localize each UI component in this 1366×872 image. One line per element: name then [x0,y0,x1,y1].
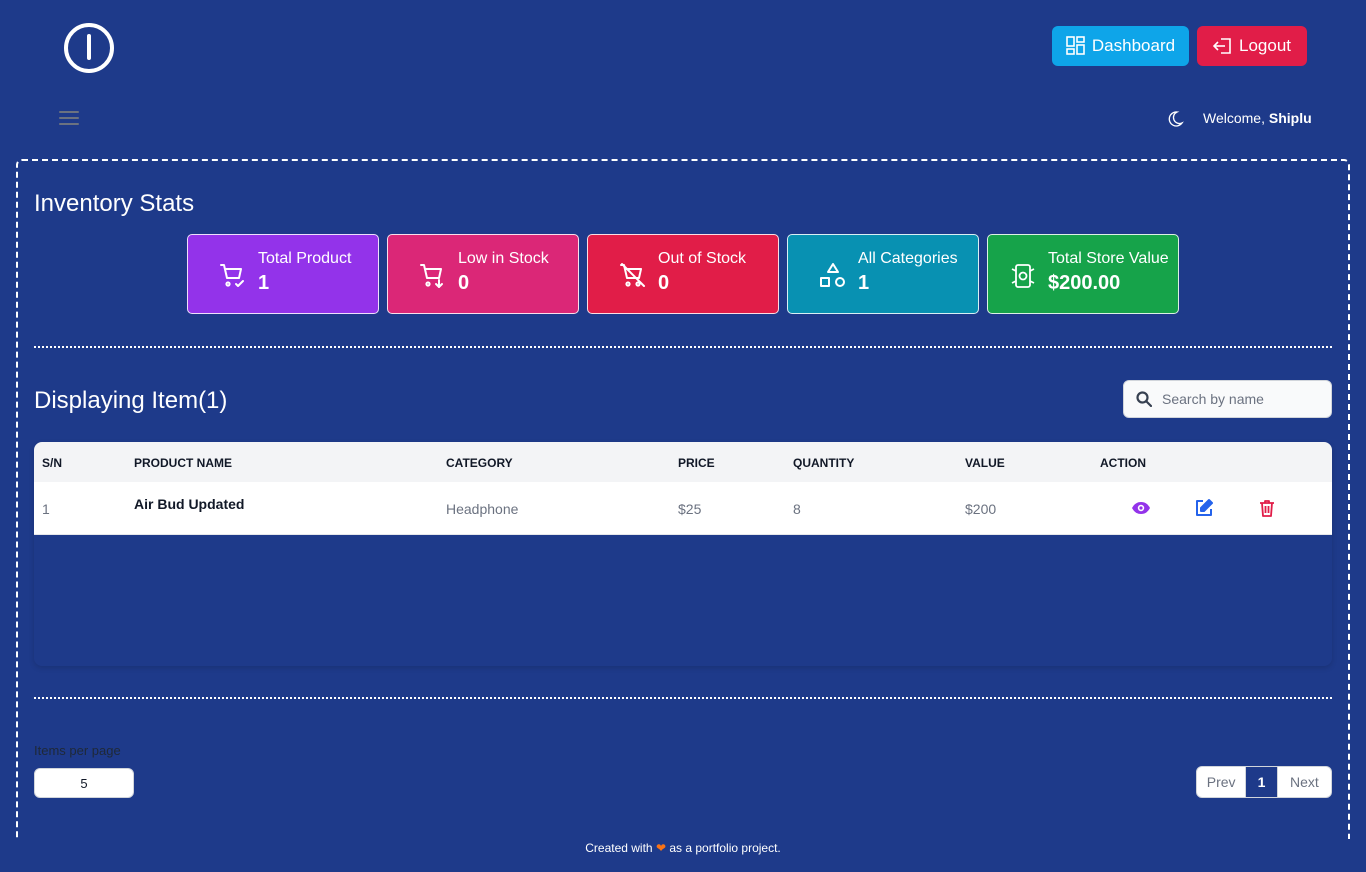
page-1-button[interactable]: 1 [1246,767,1277,797]
power-logo-icon[interactable] [63,22,115,74]
footer-text-after: as a portfolio project. [669,841,781,855]
dashboard-button-label: Dashboard [1091,36,1176,55]
stat-label: Out of Stock [658,250,747,267]
next-page-button[interactable]: Next [1276,767,1331,797]
stat-label: Total Store Value [1048,250,1169,267]
items-title: Displaying Item(1) [34,387,228,414]
welcome-prefix: Welcome, [1203,110,1265,126]
delete-trash-icon[interactable] [1257,498,1277,518]
cell-category: Headphone [446,501,519,517]
search-icon [1136,391,1152,407]
footer-text-before: Created with [585,841,653,855]
stat-card-all-categories: All Categories 1 [787,234,979,314]
cell-quantity: 8 [793,501,801,517]
column-header-value: VALUE [965,456,1005,470]
money-icon [1011,264,1035,288]
heart-icon: ❤ [655,841,667,855]
stats-row: Total Product 1 Low in Stock 0 Out of St… [187,234,1179,314]
stat-value: $200.00 [1048,272,1121,294]
stats-title: Inventory Stats [34,190,195,217]
table-header: S/N PRODUCT NAME CATEGORY PRICE QUANTITY… [34,442,1332,482]
stat-card-out-of-stock: Out of Stock 0 [587,234,779,314]
footer: Created with ❤ as a portfolio project. [0,841,1366,855]
search-input[interactable] [1162,391,1322,407]
edit-icon[interactable] [1194,498,1214,518]
stat-value: 0 [658,272,670,294]
cell-value: $200 [965,501,997,517]
dashboard-button[interactable]: Dashboard [1052,26,1189,66]
cart-down-icon [420,264,443,288]
menu-line [59,117,79,119]
stat-value: 1 [258,272,270,294]
column-header-action: ACTION [1100,456,1146,470]
items-per-page-select[interactable]: 5 [34,768,134,798]
cell-price: $25 [678,501,702,517]
stat-value: 1 [858,272,870,294]
column-header-sn: S/N [42,456,63,470]
stat-label: Low in Stock [458,250,549,267]
logout-button[interactable]: Logout [1197,26,1307,66]
cell-product-name: Air Bud Updated [134,496,245,512]
cell-sn: 1 [42,501,50,517]
search-box[interactable] [1123,380,1332,418]
column-header-quantity: QUANTITY [793,456,855,470]
menu-line [59,123,79,125]
stat-card-total-product: Total Product 1 [187,234,379,314]
cart-off-icon [620,263,645,287]
cart-check-icon [220,264,244,287]
stat-label: All Categories [858,250,958,267]
table-row: 1 Air Bud Updated Headphone $25 8 $200 [34,482,1332,535]
view-eye-icon[interactable] [1131,498,1151,518]
pagination: Prev 1 Next [1196,766,1332,798]
items-table: S/N PRODUCT NAME CATEGORY PRICE QUANTITY… [34,442,1332,666]
welcome-message: Welcome, Shiplu [1203,110,1312,126]
stat-card-low-in-stock: Low in Stock 0 [387,234,579,314]
section-divider [34,346,1332,348]
stat-card-total-store-value: Total Store Value $200.00 [987,234,1179,314]
logout-icon [1213,38,1231,54]
dashboard-icon [1066,36,1085,55]
menu-toggle-button[interactable] [57,108,81,128]
column-header-category: CATEGORY [446,456,513,470]
logout-button-label: Logout [1239,36,1291,55]
username: Shiplu [1268,110,1312,126]
items-per-page-label: Items per page [34,743,121,758]
column-header-product-name: PRODUCT NAME [134,456,232,470]
moon-icon[interactable] [1166,110,1184,128]
shapes-icon [820,263,845,287]
section-divider [34,697,1332,699]
stat-value: 0 [458,272,470,294]
column-header-price: PRICE [678,456,715,470]
stat-label: Total Product [258,250,352,267]
prev-page-button[interactable]: Prev [1197,767,1247,797]
menu-line [59,111,79,113]
